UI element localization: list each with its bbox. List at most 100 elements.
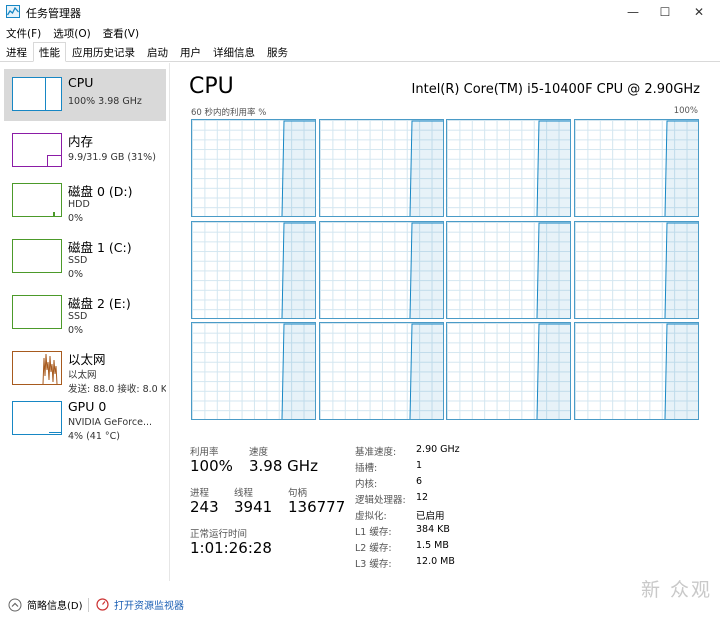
core-usage-area xyxy=(282,222,315,318)
speed-label: 速度 xyxy=(249,447,269,458)
utilization-value: 100% xyxy=(190,457,233,475)
processes-value: 243 xyxy=(190,498,219,516)
core-usage-plot xyxy=(409,323,443,419)
core-usage-area xyxy=(537,324,571,419)
l3-cache-value: 12.0 MB xyxy=(416,556,455,567)
page-title: CPU xyxy=(189,74,234,99)
fewer-details-button[interactable]: 简略信息(D) xyxy=(8,597,83,612)
minimize-button[interactable]: — xyxy=(616,0,650,24)
logical-processors-label: 逻辑处理器: xyxy=(355,495,406,506)
sockets-value: 1 xyxy=(416,460,423,471)
core-usage-plot xyxy=(281,323,315,419)
core-usage-area xyxy=(665,324,699,419)
handles-value: 136777 xyxy=(288,498,346,516)
sidebar-item-title: GPU 0 xyxy=(68,399,107,414)
sidebar-item-cpu[interactable]: CPU 100% 3.98 GHz xyxy=(4,69,166,121)
core-graph xyxy=(318,322,444,420)
core-graph xyxy=(446,322,572,420)
core-graph xyxy=(318,119,444,217)
handles-label: 句柄 xyxy=(288,488,308,499)
core-graph xyxy=(191,119,316,217)
sidebar-item-detail: 0% xyxy=(68,213,84,224)
sidebar-item-detail: 100% 3.98 GHz xyxy=(68,96,142,107)
virtualization-value: 已启用 xyxy=(416,511,445,522)
sidebar-item-detail: 0% xyxy=(68,325,84,336)
core-graph xyxy=(191,322,316,420)
core-usage-area xyxy=(282,121,315,216)
menu-options[interactable]: 选项(O) xyxy=(47,24,96,42)
menu-bar: 文件(F) 选项(O) 查看(V) xyxy=(0,24,720,42)
minimize-icon: — xyxy=(627,5,639,19)
sidebar-item-memory[interactable]: 内存 9.9/31.9 GB (31%) xyxy=(4,125,166,177)
open-resource-monitor-link[interactable]: 打开资源监视器 xyxy=(96,597,184,612)
tab-performance[interactable]: 性能 xyxy=(33,42,66,62)
title-bar: 任务管理器 — ☐ ✕ xyxy=(0,0,720,24)
core-usage-plot xyxy=(409,222,443,318)
maximize-button[interactable]: ☐ xyxy=(648,0,682,24)
sidebar-item-title: 内存 xyxy=(68,134,94,149)
core-usage-plot xyxy=(664,120,699,216)
uptime-label: 正常运行时间 xyxy=(190,529,248,540)
core-usage-area xyxy=(537,222,571,318)
core-usage-plot xyxy=(281,120,315,216)
l1-cache-label: L1 缓存: xyxy=(355,527,392,538)
sidebar-item-type: NVIDIA GeForce... xyxy=(68,417,153,428)
sidebar-item-type: SSD xyxy=(68,311,88,322)
sidebar-item-detail: 0% xyxy=(68,269,84,280)
sidebar-item-title: 磁盘 2 (E:) xyxy=(68,296,131,311)
core-graph xyxy=(446,220,572,319)
footer-bar: 简略信息(D) 打开资源监视器 xyxy=(0,590,720,620)
tab-startup[interactable]: 启动 xyxy=(141,42,174,61)
sidebar-item-gpu[interactable]: GPU 0 NVIDIA GeForce... 4% (41 °C) xyxy=(4,393,166,445)
tab-details[interactable]: 详细信息 xyxy=(207,42,261,61)
sidebar-item-title: CPU xyxy=(68,75,94,90)
virtualization-label: 虚拟化: xyxy=(355,511,387,522)
chevron-up-icon xyxy=(8,598,22,611)
maximize-icon: ☐ xyxy=(659,5,671,19)
core-usage-plot xyxy=(536,222,571,318)
core-usage-area xyxy=(665,121,699,216)
tab-app-history[interactable]: 应用历史记录 xyxy=(66,42,141,61)
menu-file[interactable]: 文件(F) xyxy=(0,24,47,42)
sidebar-item-detail: 9.9/31.9 GB (31%) xyxy=(68,152,156,163)
sidebar-item-detail: 4% (41 °C) xyxy=(68,431,120,442)
tab-users[interactable]: 用户 xyxy=(174,42,207,61)
base-speed-value: 2.90 GHz xyxy=(416,444,460,455)
core-usage-plot xyxy=(536,323,571,419)
disk1-thumbnail xyxy=(12,239,62,273)
graph-caption: 60 秒内的利用率 % xyxy=(191,108,267,118)
core-usage-plot xyxy=(664,222,699,318)
l3-cache-label: L3 缓存: xyxy=(355,559,392,570)
ethernet-thumbnail xyxy=(12,351,62,385)
cores-label: 内核: xyxy=(355,479,378,490)
core-usage-area xyxy=(665,222,699,318)
close-button[interactable]: ✕ xyxy=(682,0,716,24)
task-manager-icon xyxy=(6,5,20,18)
tab-services[interactable]: 服务 xyxy=(261,42,294,61)
resource-monitor-icon xyxy=(96,598,109,611)
core-usage-area xyxy=(409,222,443,318)
sidebar-item-type: 以太网 xyxy=(68,370,97,381)
core-graph xyxy=(574,119,700,217)
processes-label: 进程 xyxy=(190,488,210,499)
menu-view[interactable]: 查看(V) xyxy=(97,24,145,42)
l2-cache-value: 1.5 MB xyxy=(416,540,449,551)
sidebar-item-type: SSD xyxy=(68,255,88,266)
sidebar-item-disk1[interactable]: 磁盘 1 (C:) SSD 0% xyxy=(4,231,166,283)
sidebar-item-type: HDD xyxy=(68,199,90,210)
sidebar-item-disk0[interactable]: 磁盘 0 (D:) HDD 0% xyxy=(4,175,166,227)
close-icon: ✕ xyxy=(693,5,705,19)
cpu-thumbnail xyxy=(12,77,62,111)
tab-processes[interactable]: 进程 xyxy=(0,42,33,61)
threads-label: 线程 xyxy=(234,488,254,499)
disk2-thumbnail xyxy=(12,295,62,329)
logical-processors-value: 12 xyxy=(416,492,429,503)
sidebar-item-disk2[interactable]: 磁盘 2 (E:) SSD 0% xyxy=(4,287,166,339)
uptime-value: 1:01:26:28 xyxy=(190,539,272,557)
core-graph xyxy=(318,220,444,319)
sidebar-item-ethernet[interactable]: 以太网 以太网 发送: 88.0 接收: 8.0 Kb xyxy=(4,343,166,395)
speed-value: 3.98 GHz xyxy=(249,457,318,475)
tab-strip: 进程 性能 应用历史记录 启动 用户 详细信息 服务 xyxy=(0,42,720,62)
fewer-details-label: 简略信息(D) xyxy=(27,601,83,612)
core-usage-plot xyxy=(281,222,315,318)
